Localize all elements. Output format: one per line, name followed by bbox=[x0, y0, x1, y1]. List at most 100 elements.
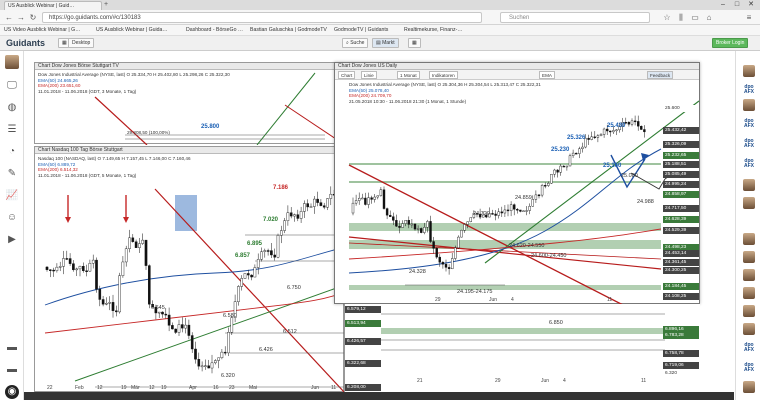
price-tick: 24.453,14 bbox=[663, 250, 699, 257]
user-avatar[interactable] bbox=[5, 55, 19, 69]
bookmark-3[interactable]: Dashboard - BörseGo … bbox=[186, 27, 243, 33]
guidants-appbar: Guidants ▦ Desktop ⌕ Suche ▤ Markt ▦ Bro… bbox=[0, 36, 760, 51]
expert-avatar-2[interactable] bbox=[743, 99, 755, 111]
grid-icon[interactable]: ▦ bbox=[408, 38, 421, 48]
expert-avatar-1[interactable] bbox=[743, 65, 755, 77]
price-tick: 24.717,50 bbox=[663, 205, 699, 212]
panel-dow-main[interactable]: Chart Dow Jones US Daily Chart Linie 1 M… bbox=[334, 62, 700, 305]
chart-canvas-top bbox=[94, 72, 345, 145]
candle-body bbox=[273, 254, 277, 258]
lower-price-tick: 6.513,94 bbox=[345, 320, 381, 327]
level-top: 25.430 bbox=[607, 123, 626, 129]
expert-avatar-3[interactable] bbox=[743, 179, 755, 191]
sidebar-icon[interactable]: ▭ bbox=[690, 13, 700, 23]
url-bar[interactable]: https://go.guidants.com/#c/130183 bbox=[42, 12, 482, 23]
candle-body bbox=[581, 146, 584, 150]
candle-body bbox=[519, 209, 522, 212]
candle-body bbox=[444, 264, 448, 268]
note-icon[interactable]: ✎ bbox=[5, 167, 19, 181]
bookmark-5[interactable]: GodmodeTV | Guidants bbox=[334, 27, 388, 33]
world-icon[interactable]: ◍ bbox=[5, 101, 19, 115]
expert-avatar-6[interactable] bbox=[743, 251, 755, 263]
candle-body bbox=[316, 198, 319, 203]
alarm-icon[interactable]: ◔ bbox=[5, 145, 19, 159]
candle-body bbox=[643, 129, 646, 133]
expert-avatar-9[interactable] bbox=[743, 305, 755, 317]
desktop-button[interactable]: Desktop bbox=[68, 38, 95, 48]
forward-icon[interactable]: → bbox=[16, 13, 26, 23]
close-icon[interactable]: ✕ bbox=[744, 0, 758, 10]
dpo-badge-3[interactable]: dpo AFX bbox=[742, 139, 756, 149]
bookmark-star-icon[interactable]: ☆ bbox=[662, 13, 672, 23]
candle-body bbox=[78, 266, 82, 270]
new-tab-icon[interactable]: + bbox=[104, 1, 112, 9]
search-button[interactable]: ⌕ Suche bbox=[342, 38, 369, 48]
dpo-badge-6[interactable]: dpo AFX bbox=[742, 363, 756, 373]
candle-body bbox=[525, 210, 528, 212]
broker-login-button[interactable]: Broker Login bbox=[712, 38, 749, 48]
candle-body bbox=[509, 204, 513, 211]
level-mid: 25.326 bbox=[567, 135, 586, 141]
candle-body bbox=[370, 197, 373, 200]
dpo-badge-4[interactable]: dpo AFX bbox=[742, 159, 756, 169]
monitor-icon[interactable]: 🖵 bbox=[5, 79, 19, 93]
expert-avatar-7[interactable] bbox=[743, 269, 755, 281]
search-bar[interactable]: Suchen bbox=[500, 12, 650, 23]
candle-body bbox=[522, 210, 525, 213]
level-7186: 7.186 bbox=[273, 185, 289, 191]
reload-icon[interactable]: ↻ bbox=[28, 13, 38, 23]
candle-body bbox=[389, 214, 392, 217]
candle-body bbox=[354, 200, 358, 204]
dpo-badge-1[interactable]: dpo AFX bbox=[742, 85, 756, 95]
expert-avatar-5[interactable] bbox=[743, 233, 755, 245]
candle-body bbox=[263, 250, 267, 252]
x-tick: 19 bbox=[161, 385, 167, 391]
candle-body bbox=[410, 223, 414, 226]
folder-icon[interactable]: ▬ bbox=[5, 341, 19, 355]
price-tick: 24.858,97 bbox=[663, 191, 699, 198]
candle-body bbox=[194, 348, 197, 360]
dpo-badge-2[interactable]: dpo AFX bbox=[742, 119, 756, 129]
home-icon[interactable]: ⌂ bbox=[704, 13, 714, 23]
left-sidebar: 🖵 ◍ ☰ ◔ ✎ 📈 ☺ ▶ ▬ ▬ ◉ bbox=[0, 51, 24, 400]
candle-body bbox=[128, 237, 131, 249]
bookmark-4[interactable]: Bastian Galuschka | GodmodeTV bbox=[250, 27, 327, 33]
candle-body bbox=[88, 263, 92, 272]
video-icon[interactable]: ▶ bbox=[5, 233, 19, 247]
expert-avatar-10[interactable] bbox=[743, 323, 755, 335]
expert-avatar-11[interactable] bbox=[743, 381, 755, 393]
library-icon[interactable]: ⫼ bbox=[676, 13, 686, 23]
expert-avatar-4[interactable] bbox=[743, 197, 755, 209]
x-tick: 12 bbox=[149, 385, 155, 391]
x-tick: 11 bbox=[607, 297, 613, 303]
list-icon[interactable]: ☰ bbox=[5, 123, 19, 137]
price-tick: 24.995,24 bbox=[663, 181, 699, 188]
x-tick: 4 bbox=[563, 378, 566, 384]
candle-body bbox=[197, 359, 201, 367]
dpo-badge-5[interactable]: dpo AFX bbox=[742, 343, 756, 353]
candle-body bbox=[413, 223, 417, 230]
panel-dow-top[interactable]: Chart Dow Jones Börse Stuttgart TV Dow J… bbox=[34, 62, 345, 145]
back-icon[interactable]: ← bbox=[4, 13, 14, 23]
mascot-icon[interactable]: ◉ bbox=[5, 385, 19, 399]
candle-body bbox=[571, 152, 575, 156]
candle-body bbox=[531, 199, 535, 207]
candle-body bbox=[101, 299, 105, 305]
bookmark-6[interactable]: Realtimekurse, Finanz-… bbox=[404, 27, 463, 33]
candle-body bbox=[398, 226, 401, 228]
bookmark-2[interactable]: US Ausblick Webinar | Guida… bbox=[96, 27, 168, 33]
candle-body bbox=[590, 136, 593, 140]
menu-icon[interactable]: ≡ bbox=[744, 13, 754, 23]
maximize-icon[interactable]: □ bbox=[730, 0, 744, 10]
candle-body bbox=[141, 239, 144, 244]
panel-nasdaq[interactable]: Chart Nasdaq 100 Tag Börse Stuttgart Nas… bbox=[34, 146, 345, 393]
folder-icon-2[interactable]: ▬ bbox=[5, 363, 19, 377]
chart-icon[interactable]: 📈 bbox=[5, 189, 19, 203]
candle-body bbox=[401, 223, 404, 228]
minimize-icon[interactable]: – bbox=[716, 0, 730, 10]
expert-avatar-8[interactable] bbox=[743, 287, 755, 299]
markt-button[interactable]: ▤ Markt bbox=[372, 38, 399, 48]
browser-tab[interactable]: US Ausblick Webinar | Guid… bbox=[4, 1, 102, 10]
bookmark-1[interactable]: US Video Ausblick Webinar | G… bbox=[4, 27, 80, 33]
people-icon[interactable]: ☺ bbox=[5, 211, 19, 225]
